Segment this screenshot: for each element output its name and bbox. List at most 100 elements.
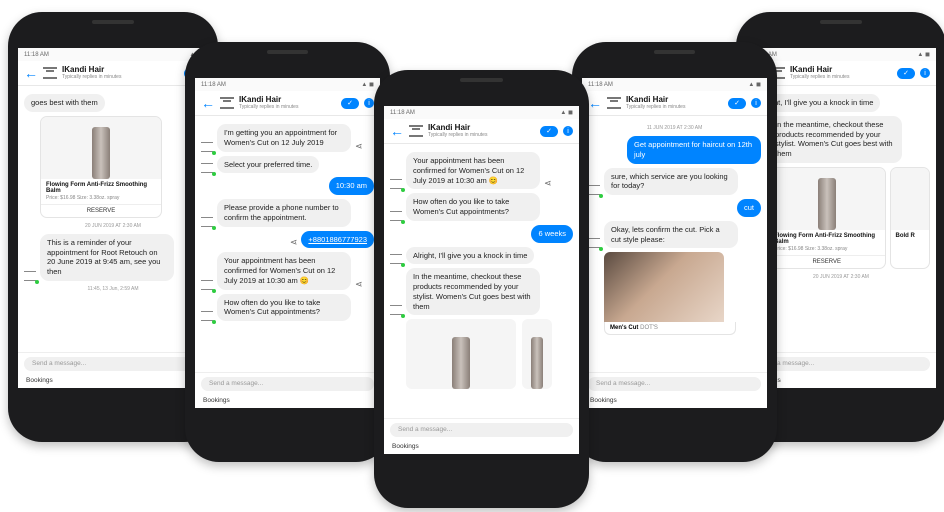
- message-bubble: Alright, I'll give you a knock in time: [406, 246, 535, 265]
- product-bottle: [92, 126, 110, 179]
- status-bar: 11:18 AM▲ ◼: [18, 48, 208, 61]
- share-icon[interactable]: ⋖: [544, 178, 552, 189]
- product-price: Price: $16.98 Size: 3.38oz. spray: [46, 194, 120, 201]
- composer: Send a message... Bookings: [195, 372, 380, 408]
- product-bottle: [531, 337, 543, 390]
- user-message-bubble: 10:30 am: [328, 177, 374, 195]
- message-list: I'm getting you an appointment for Women…: [195, 116, 380, 329]
- bookings-menu[interactable]: Bookings: [582, 395, 767, 408]
- reply-status: Typically replies in minutes: [62, 73, 122, 80]
- product-card: Bold R: [889, 166, 930, 269]
- back-arrow-icon[interactable]: ←: [201, 96, 215, 110]
- chat-screen: 11:18 AM▲ ◼ ← IKandi HairTypically repli…: [18, 48, 208, 388]
- product-title: Flowing Form Anti-Frizz Smoothing Balm: [774, 232, 876, 245]
- haircut-card-label[interactable]: Men's Cut DOT'S: [604, 322, 736, 336]
- message-bubble: How often do you like to take Women's Cu…: [406, 193, 540, 221]
- message-input[interactable]: Send a message...: [24, 357, 202, 371]
- message-bubble: In the meantime, checkout these products…: [406, 268, 540, 316]
- user-message-bubble: 6 weeks: [531, 224, 573, 243]
- check-icon[interactable]: ✓: [728, 97, 746, 109]
- reserve-button[interactable]: RESERVE: [41, 203, 161, 217]
- info-icon[interactable]: i: [751, 98, 761, 108]
- message-bubble: This is a reminder of your appointment f…: [40, 233, 174, 281]
- message-bubble: Your appointment has been confirmed for …: [217, 252, 351, 290]
- message-list: Your appointment has been confirmed for …: [384, 144, 579, 393]
- bot-avatar: [24, 270, 39, 284]
- bookings-menu[interactable]: Bookings: [195, 395, 380, 408]
- chat-header: ← IKandi HairTypically replies in minute…: [582, 91, 767, 116]
- product-image: [522, 319, 552, 390]
- product-title: Flowing Form Anti-Frizz Smoothing Balm: [46, 181, 148, 194]
- message-bubble: Okay, lets confirm the cut. Pick a cut s…: [604, 220, 738, 249]
- product-bottle: [817, 177, 836, 230]
- chat-header: ← IKandi HairTypically replies in minute…: [18, 61, 208, 86]
- haircut-image[interactable]: [604, 252, 724, 323]
- reserve-button[interactable]: RESERVE: [769, 254, 885, 268]
- message-bubble: Please provide a phone number to confirm…: [217, 199, 351, 227]
- check-icon[interactable]: ✓: [540, 125, 558, 137]
- bot-avatar: [201, 311, 216, 324]
- bot-avatar: [588, 238, 603, 252]
- message-bubble: sure, which service are you looking for …: [604, 167, 738, 195]
- info-icon[interactable]: i: [920, 68, 930, 78]
- message-list: 11 JUN 2019 AT 2:30 AM Get appointment f…: [582, 116, 767, 339]
- message-bubble: In the meantime, checkout these products…: [768, 115, 902, 163]
- message-list: goes best with them Flowing Form Anti-Fr…: [18, 86, 208, 301]
- back-arrow-icon[interactable]: ←: [588, 96, 602, 110]
- check-icon[interactable]: ✓: [341, 97, 359, 109]
- info-icon[interactable]: i: [563, 126, 573, 136]
- composer: Send a message... Bookings: [384, 418, 579, 454]
- chat-header: ← IKandi HairTypically replies in minute…: [195, 91, 380, 116]
- bookings-menu[interactable]: Bookings: [384, 441, 579, 454]
- phone-4: 11:18 AM ▲ ◼ ← IKandi Hair Typically repli…: [572, 42, 777, 462]
- bot-avatar: [390, 179, 405, 193]
- user-message-bubble: cut: [736, 199, 761, 217]
- composer: Send a message... Bookings: [582, 372, 767, 408]
- bot-avatar: [390, 254, 405, 268]
- message-input[interactable]: Send a message...: [588, 377, 761, 391]
- bookings-menu[interactable]: Bookings: [18, 375, 208, 388]
- reply-status: Typically replies in minutes: [239, 103, 299, 110]
- user-message-bubble[interactable]: +8801886777923: [301, 230, 374, 249]
- product-image: [769, 167, 885, 230]
- message-input[interactable]: Send a message...: [390, 423, 573, 437]
- back-arrow-icon[interactable]: ←: [390, 124, 404, 138]
- message-input[interactable]: Send a message...: [752, 357, 930, 371]
- bot-avatar: [588, 185, 603, 198]
- bot-avatar: [201, 163, 216, 177]
- share-icon[interactable]: ⋖: [355, 279, 363, 290]
- product-image: [890, 167, 929, 230]
- product-bottle: [452, 337, 470, 390]
- bot-avatar: [201, 141, 216, 155]
- message-bubble: Your appointment has been confirmed for …: [406, 152, 540, 190]
- status-bar: 11:18 AM▲ ◼: [746, 48, 936, 61]
- ikandi-logo-icon: [409, 125, 423, 137]
- info-icon[interactable]: i: [364, 98, 374, 108]
- back-arrow-icon[interactable]: ←: [24, 66, 38, 80]
- bot-avatar: [390, 305, 405, 319]
- chat-screen: 11:18 AM▲ ◼ ← IKandi HairTypically repli…: [384, 106, 579, 454]
- reply-status: Typically replies in minutes: [790, 73, 850, 80]
- chat-header: ← IKandi HairTypically replies in minute…: [384, 119, 579, 144]
- message-bubble: How often do you like to take Women's Cu…: [217, 293, 351, 321]
- phone-3: 11:18 AM ▲ ◼ ← IKandi Hair Typically repli…: [374, 70, 589, 508]
- product-title: Bold R: [895, 232, 915, 239]
- product-image: [41, 116, 161, 179]
- ikandi-logo-icon: [220, 97, 234, 109]
- message-bubble: goes best with them: [24, 94, 105, 112]
- composer: Send a message... Bookings: [18, 352, 208, 388]
- bot-avatar: [390, 210, 405, 224]
- bot-avatar: [201, 216, 216, 230]
- message-bubble: I'm getting you an appointment for Women…: [217, 124, 351, 152]
- timestamp: 20 JUN 2019 AT 2:30 AM: [813, 273, 869, 280]
- product-image: [406, 319, 516, 390]
- check-icon[interactable]: ✓: [897, 67, 915, 79]
- message-input[interactable]: Send a message...: [201, 377, 374, 391]
- phone-2: 11:18 AM ▲ ◼ ← IKandi Hair Typically repli…: [185, 42, 390, 462]
- share-icon[interactable]: ⋖: [290, 237, 298, 248]
- reply-status: Typically replies in minutes: [626, 103, 686, 110]
- status-bar: 11:18 AM▲ ◼: [582, 78, 767, 91]
- share-icon[interactable]: ⋖: [355, 141, 363, 152]
- ikandi-logo-icon: [43, 67, 57, 79]
- product-card: Flowing Form Anti-Frizz Smoothing Balm P…: [768, 166, 886, 269]
